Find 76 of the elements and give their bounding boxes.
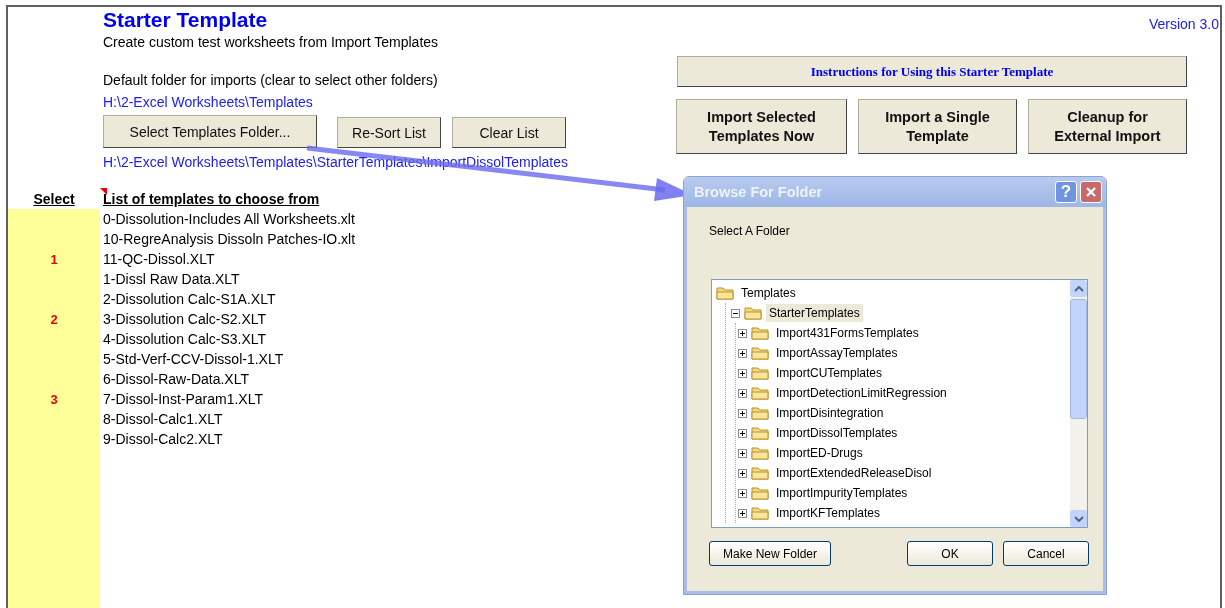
collapse-icon[interactable] [731,308,740,318]
dialog-button[interactable]: Make New Folder [709,541,831,566]
sheet-button[interactable]: Clear List [452,117,566,148]
template-name: 0-Dissolution-Includes All Worksheets.xlt [103,211,355,227]
sheet-button[interactable]: Select Templates Folder... [103,115,317,148]
template-name: 8-Dissol-Calc1.XLT [103,411,223,427]
expand-icon[interactable] [738,508,747,518]
folder-icon [751,366,769,380]
folder-item[interactable]: ImportImpurityTemplates [773,484,911,502]
expand-icon[interactable] [738,368,747,378]
dialog-button[interactable]: Cancel [1003,541,1089,566]
close-button[interactable] [1080,181,1102,203]
expand-icon[interactable] [738,388,747,398]
expand-icon[interactable] [738,428,747,438]
folder-item[interactable]: ImportAssayTemplates [773,344,901,362]
folder-icon [751,486,769,500]
scroll-up-icon[interactable] [1073,285,1084,292]
selection-number: 1 [50,251,58,267]
instructions-button[interactable]: Instructions for Using this Starter Template [677,56,1187,87]
close-icon [1085,186,1097,198]
template-name: 10-RegreAnalysis Dissoln Patches-IO.xlt [103,231,356,247]
selection-number: 3 [50,391,58,407]
folder-path: H:\2-Excel Worksheets\Templates\StarterTemplates\ImportDissolTemplates [103,154,569,170]
page-title: Starter Template [103,8,269,32]
folder-icon [751,326,769,340]
expand-icon[interactable] [738,468,747,478]
folder-item[interactable]: ImportDissolTemplates [773,424,901,442]
folder-item[interactable]: StarterTemplates [766,304,863,322]
folder-item[interactable]: Import431FormsTemplates [773,324,922,342]
default-folder-label: Default folder for imports (clear to select other folders) [103,72,439,88]
folder-item[interactable]: ImportKFTemplates [773,504,884,522]
expand-icon[interactable] [738,328,747,338]
folder-path: H:\2-Excel Worksheets\Templates [103,94,314,110]
expand-icon[interactable] [738,348,747,358]
template-name: 6-Dissol-Raw-Data.XLT [103,371,249,387]
template-name: 9-Dissol-Calc2.XLT [103,431,223,447]
folder-icon [716,286,734,300]
folder-icon [751,386,769,400]
select-header: Select [33,190,75,207]
dialog-button[interactable]: OK [907,541,993,566]
template-name: 4-Dissolution Calc-S3.XLT [103,331,267,347]
folder-icon [751,346,769,360]
expand-icon[interactable] [738,448,747,458]
folder-item[interactable]: ImportExtendedReleaseDisol [773,464,935,482]
expand-icon[interactable] [738,488,747,498]
template-name: 2-Dissolution Calc-S1A.XLT [103,291,276,307]
version-label: Version 3.0 [1148,16,1219,32]
sheet-button[interactable]: Re-Sort List [337,117,441,148]
selection-number: 2 [50,311,58,327]
folder-icon [751,506,769,520]
action-button[interactable]: Import a Single Template [858,99,1017,154]
template-name: 11-QC-Dissol.XLT [103,251,215,267]
template-name: 3-Dissolution Calc-S2.XLT [103,311,267,327]
scroll-down-icon[interactable] [1073,515,1084,522]
list-header: List of templates to choose from [103,190,320,207]
folder-item[interactable]: Templates [738,284,799,302]
folder-item[interactable]: ImportDisintegration [773,404,887,422]
folder-item[interactable]: ImportED-Drugs [773,444,866,462]
action-button[interactable]: Import Selected Templates Now [676,99,847,154]
action-button[interactable]: Cleanup for External Import [1028,99,1187,154]
folder-icon [751,406,769,420]
scrollbar[interactable] [1070,280,1087,527]
dialog-prompt: Select A Folder [709,224,791,238]
folder-icon [751,466,769,480]
template-name: 5-Std-Verf-CCV-Dissol-1.XLT [103,351,284,367]
expand-icon[interactable] [738,408,747,418]
folder-icon [744,306,762,320]
comment-marker [100,188,107,195]
folder-icon [751,446,769,460]
folder-icon [751,426,769,440]
dialog-title: Browse For Folder [694,184,824,200]
subtitle: Create custom test worksheets from Import Templates [103,34,440,50]
template-name: 7-Dissol-Inst-Param1.XLT [103,391,263,407]
folder-item[interactable]: ImportCUTemplates [773,364,886,382]
template-name: 1-Dissl Raw Data.XLT [103,271,240,287]
folder-item[interactable]: ImportDetectionLimitRegression [773,384,950,402]
